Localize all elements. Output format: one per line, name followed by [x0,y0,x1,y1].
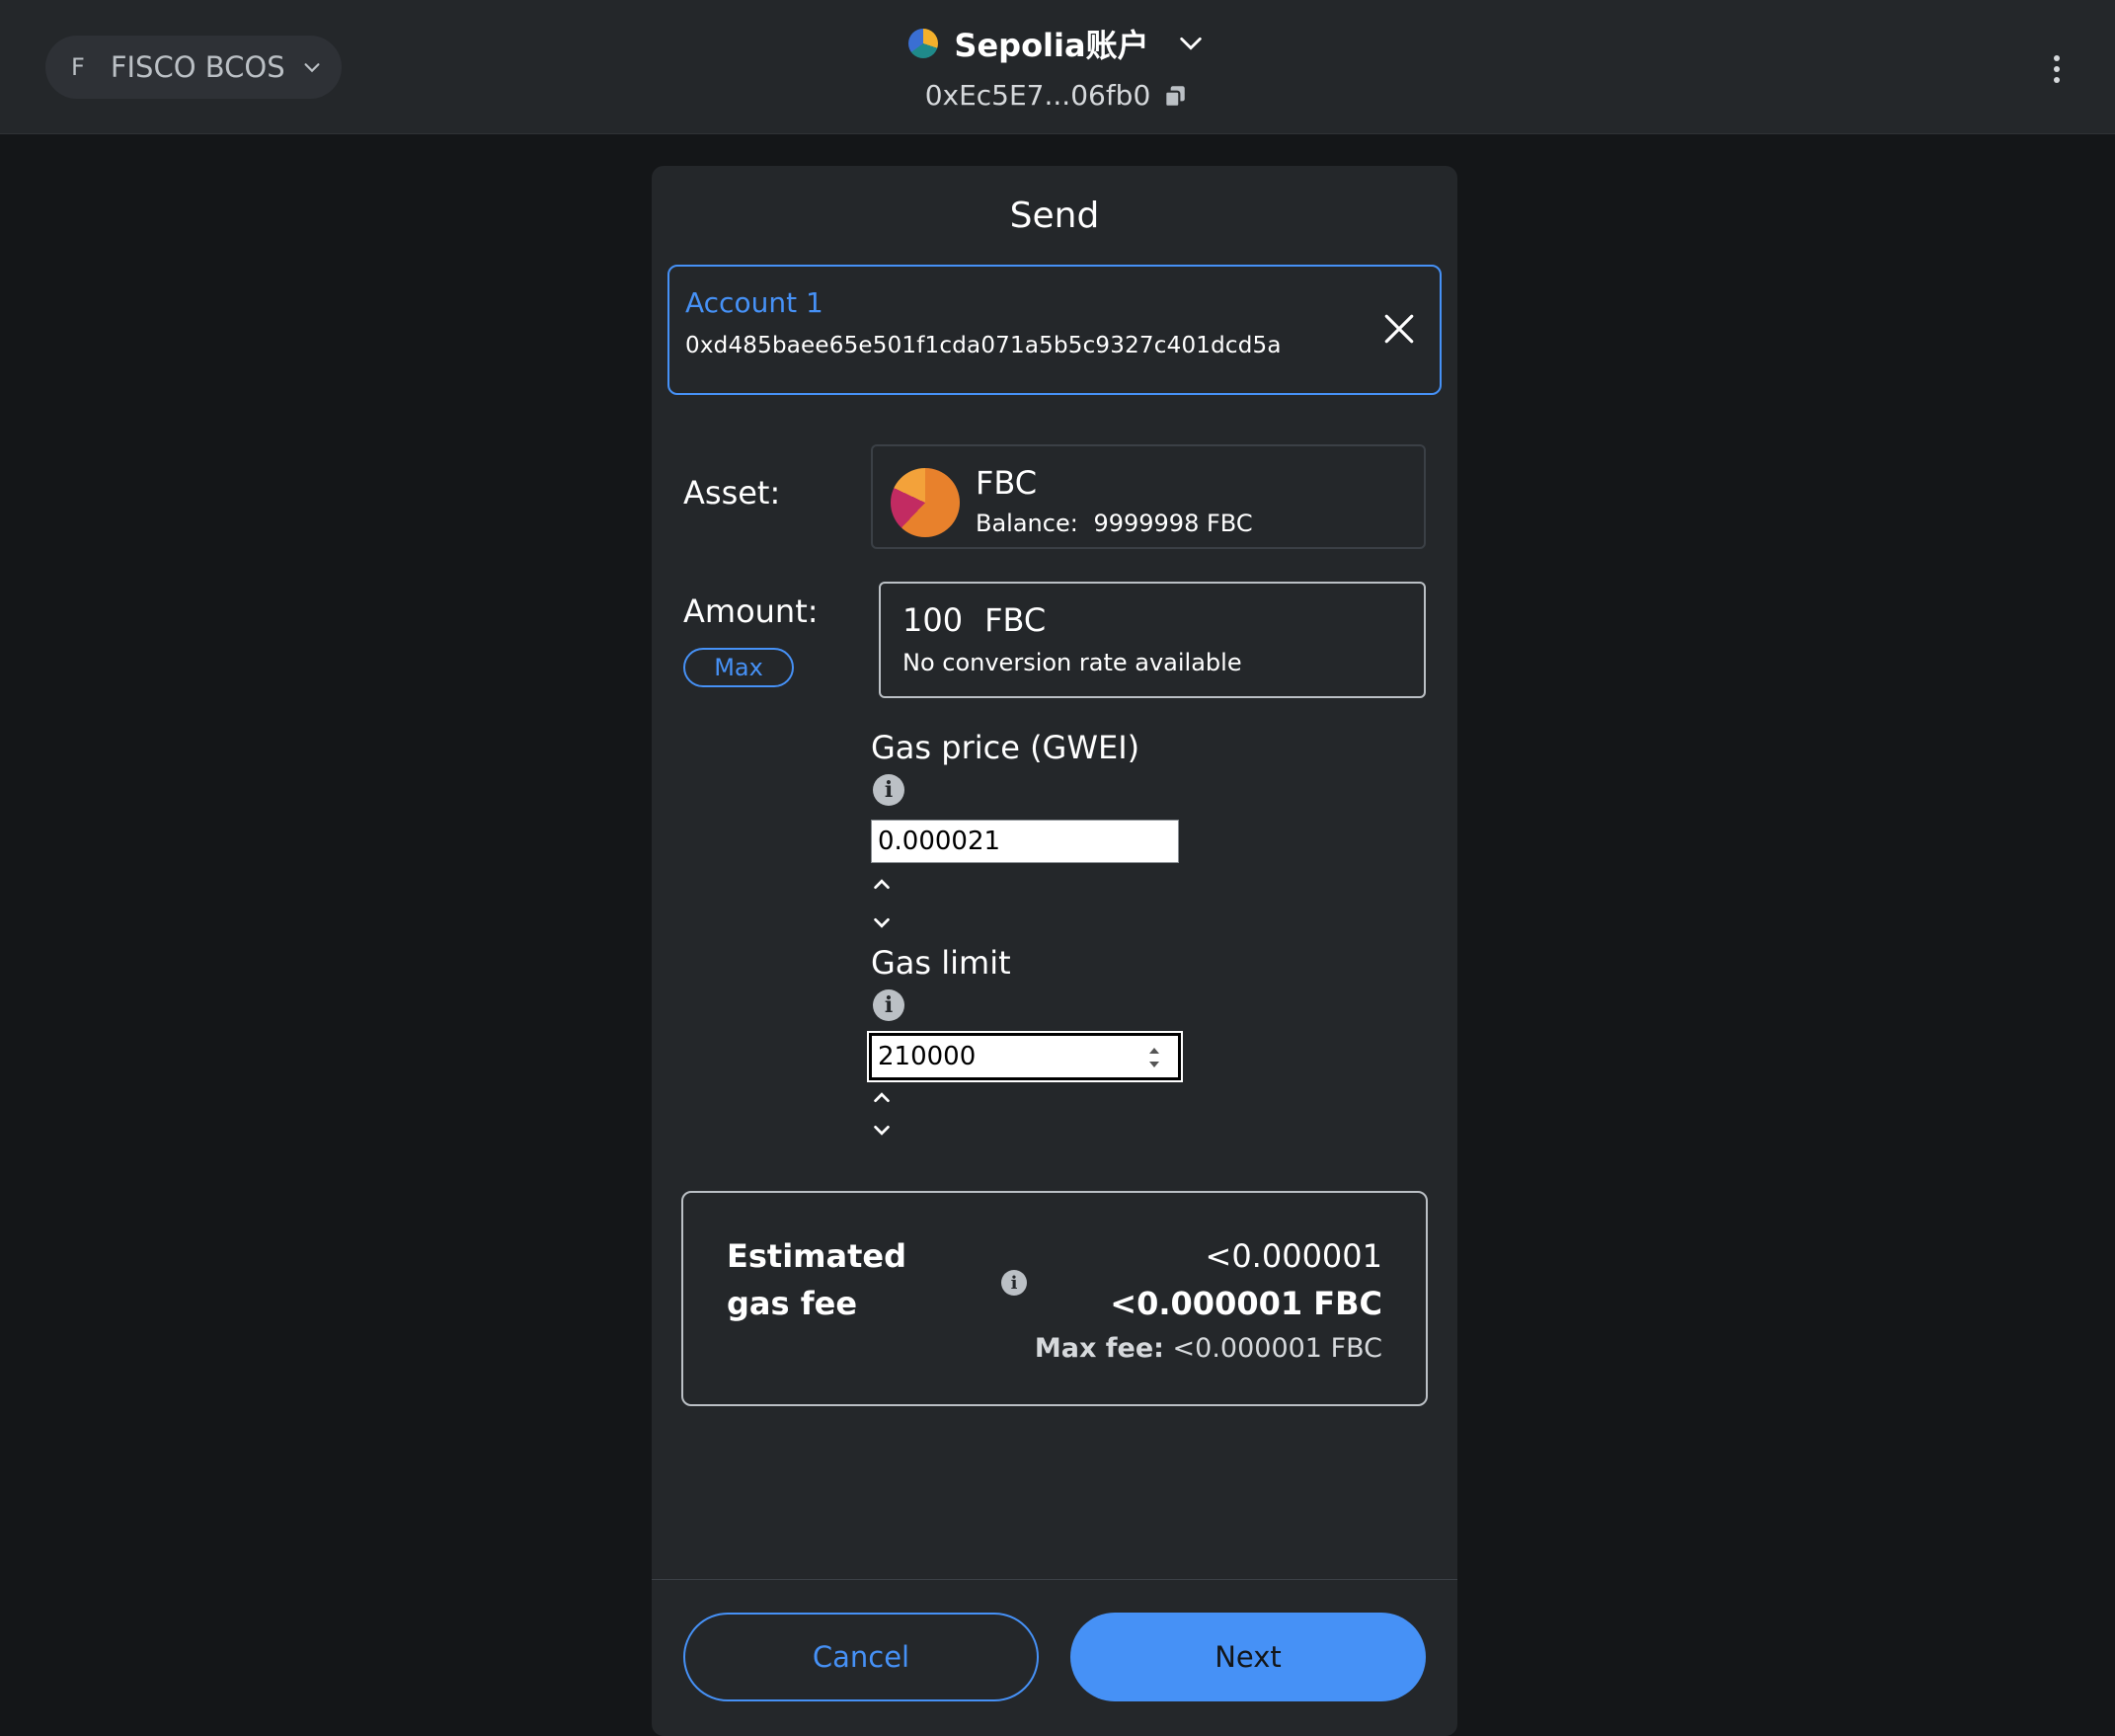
balance-label: Balance: [976,510,1078,537]
account-avatar-icon [908,29,939,58]
top-bar: F FISCO BCOS Sepolia账户 0xEc5E7...06fb0 [0,0,2115,134]
gas-fee-card: Estimated gas fee i <0.000001 <0.000001 … [681,1191,1428,1406]
recipient-address: 0xd485baee65e501f1cda071a5b5c9327c401dcd… [685,333,1282,358]
max-button[interactable]: Max [683,648,794,687]
asset-label: Asset: [683,474,781,512]
footer-divider [652,1579,1457,1580]
network-initial: F [71,53,85,81]
max-fee-value: <0.000001 FBC [1172,1333,1382,1364]
amount-value-row: 100 FBC [902,601,1046,639]
fee-secondary: <0.000001 [1205,1237,1383,1275]
network-selector[interactable]: F FISCO BCOS [45,36,342,99]
fee-primary: <0.000001 FBC [1110,1285,1382,1322]
amount-value: 100 [902,601,964,639]
recipient-card: Account 1 0xd485baee65e501f1cda071a5b5c9… [667,265,1442,395]
conversion-rate: No conversion rate available [902,649,1242,676]
chevron-down-icon [304,63,320,73]
account-info: Sepolia账户 0xEc5E7...06fb0 [889,20,1224,128]
amount-input[interactable]: 100 FBC No conversion rate available [879,582,1426,698]
max-fee-label: Max fee: [1034,1333,1164,1364]
recipient-name: Account 1 [685,286,823,319]
spin-arrows-icon[interactable] [1145,1041,1163,1074]
asset-selector[interactable]: FBC Balance: 9999998 FBC [871,444,1426,549]
cancel-button[interactable]: Cancel [683,1613,1039,1701]
gas-limit-label: Gas limit [871,944,1011,982]
gas-price-input[interactable] [871,820,1179,863]
stepper-up-icon[interactable] [871,875,893,893]
info-icon[interactable]: i [873,989,904,1021]
account-address-copy[interactable]: 0xEc5E7...06fb0 [889,79,1224,112]
max-fee: Max fee: <0.000001 FBC [1035,1327,1382,1371]
stepper-down-icon[interactable] [871,914,893,932]
fee-title: Estimated gas fee [727,1237,907,1322]
close-icon[interactable] [1382,312,1416,346]
copy-icon [1164,85,1186,108]
send-panel: Send Account 1 0xd485baee65e501f1cda071a… [652,166,1457,1736]
gas-limit-input[interactable] [867,1031,1183,1082]
amount-label: Amount: [683,592,819,630]
account-address: 0xEc5E7...06fb0 [924,79,1151,112]
asset-balance: Balance: 9999998 FBC [976,510,1253,537]
next-button[interactable]: Next [1070,1613,1426,1701]
amount-unit: FBC [984,601,1047,639]
stepper-up-icon[interactable] [871,1088,893,1106]
account-name: Sepolia账户 [954,27,1149,64]
page-title: Send [1009,196,1100,236]
asset-symbol: FBC [976,464,1038,502]
balance-value: 9999998 FBC [1093,510,1253,537]
gas-price-label: Gas price (GWEI) [871,729,1140,766]
account-selector[interactable]: Sepolia账户 [889,20,1224,67]
network-name: FISCO BCOS [110,50,285,84]
chevron-down-icon [1179,37,1202,50]
info-icon[interactable]: i [873,774,904,806]
stepper-down-icon[interactable] [871,1122,893,1140]
kebab-menu-icon[interactable] [2042,49,2072,89]
info-icon[interactable]: i [1001,1270,1027,1296]
token-icon [891,468,960,537]
fee-values: <0.000001 <0.000001 FBC Max fee: <0.0000… [1035,1232,1382,1371]
